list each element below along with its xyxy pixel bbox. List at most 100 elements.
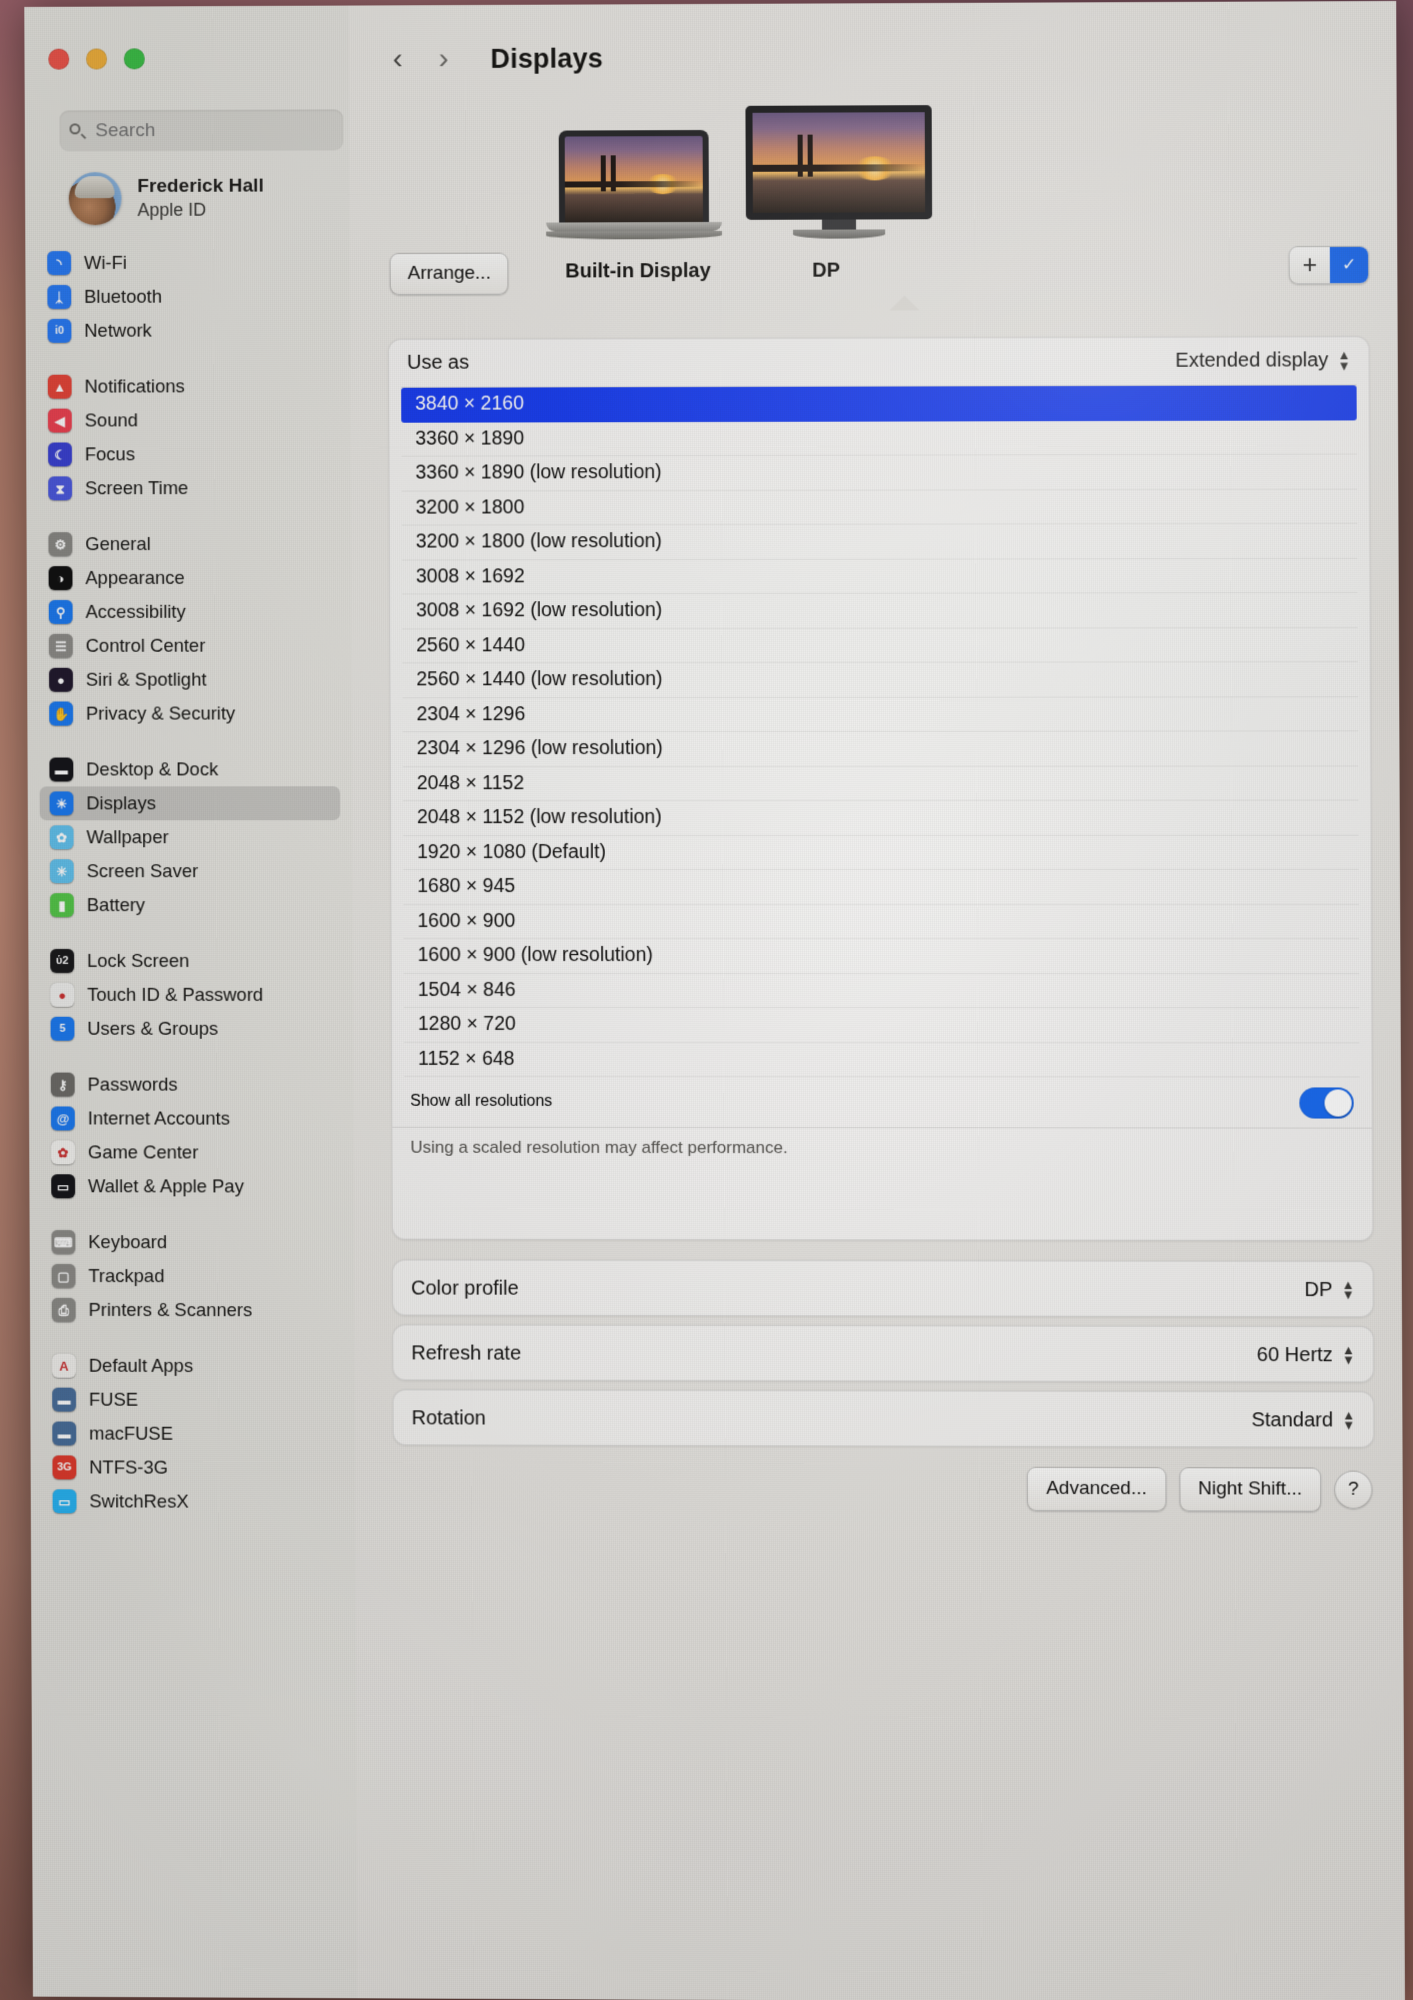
resolution-option[interactable]: 3008 × 1692 bbox=[402, 558, 1358, 594]
sidebar-item-wallet-apple-pay[interactable]: ▭ Wallet & Apple Pay bbox=[41, 1169, 342, 1203]
forward-chevron-icon[interactable]: › bbox=[423, 38, 465, 80]
sidebar-item-appearance[interactable]: ◑ Appearance bbox=[39, 561, 340, 595]
help-button[interactable]: ? bbox=[1334, 1471, 1372, 1509]
search-icon bbox=[69, 122, 86, 139]
sidebar-item-macfuse[interactable]: ▬ macFUSE bbox=[42, 1416, 343, 1451]
search-field[interactable] bbox=[59, 109, 343, 151]
rotation-card: Rotation Standard ▲ ▼ bbox=[393, 1389, 1375, 1447]
passwords-key-icon: ⚷ bbox=[51, 1073, 75, 1097]
use-as-row[interactable]: Use as Extended display ▲ ▼ bbox=[389, 337, 1369, 387]
sidebar-item-switchresx[interactable]: ▭ SwitchResX bbox=[43, 1484, 344, 1519]
refresh-rate-row[interactable]: Refresh rate 60 Hertz ▲ ▼ bbox=[393, 1325, 1373, 1383]
account-subtitle: Apple ID bbox=[137, 200, 264, 221]
main-pane: ‹ › Displays Arrange... Built-in Display… bbox=[349, 1, 1405, 2000]
resolution-option[interactable]: 1600 × 900 (low resolution) bbox=[404, 939, 1360, 974]
resolution-option[interactable]: 2560 × 1440 (low resolution) bbox=[402, 662, 1358, 698]
resolution-option[interactable]: 1680 × 945 bbox=[403, 870, 1359, 905]
resolution-option[interactable]: 1504 × 846 bbox=[404, 973, 1360, 1008]
color-profile-popup[interactable]: DP ▲ ▼ bbox=[1305, 1278, 1355, 1301]
sidebar-item-internet-accounts[interactable]: @ Internet Accounts bbox=[41, 1101, 342, 1135]
advanced-button[interactable]: Advanced... bbox=[1027, 1467, 1166, 1511]
resolution-list[interactable]: 3840 × 2160 3360 × 1890 3360 × 1890 (low r… bbox=[401, 384, 1359, 1077]
sidebar-item-keyboard[interactable]: ⌨ Keyboard bbox=[41, 1225, 342, 1259]
minimize-button[interactable] bbox=[86, 49, 107, 70]
desktop-dock-icon: ▬ bbox=[49, 758, 73, 782]
resolution-option[interactable]: 3360 × 1890 (low resolution) bbox=[401, 455, 1357, 492]
sidebar-item-control-center[interactable]: ☰ Control Center bbox=[39, 629, 340, 663]
sidebar-item-trackpad[interactable]: ▢ Trackpad bbox=[42, 1259, 343, 1293]
resolution-option[interactable]: 3840 × 2160 bbox=[401, 385, 1357, 422]
sidebar-item-bluetooth[interactable]: ᛣ Bluetooth bbox=[37, 279, 338, 314]
resolution-option[interactable]: 2048 × 1152 bbox=[403, 766, 1359, 801]
show-all-resolutions-toggle[interactable] bbox=[1299, 1087, 1353, 1118]
plus-icon[interactable]: + bbox=[1290, 253, 1330, 278]
sidebar-item-battery[interactable]: ▮ Battery bbox=[40, 888, 341, 922]
resolution-option[interactable]: 2304 × 1296 (low resolution) bbox=[403, 731, 1359, 766]
window-controls bbox=[48, 48, 145, 69]
sidebar-item-default-apps[interactable]: A Default Apps bbox=[42, 1349, 343, 1384]
sidebar-item-accessibility[interactable]: ⚲ Accessibility bbox=[39, 595, 340, 629]
apple-id-row[interactable]: Frederick Hall Apple ID bbox=[69, 172, 264, 226]
macfuse-icon: ▬ bbox=[52, 1422, 76, 1446]
sidebar-item-privacy-security[interactable]: ✋ Privacy & Security bbox=[39, 696, 340, 730]
sidebar-item-label: Siri & Spotlight bbox=[86, 669, 207, 691]
use-as-popup[interactable]: Extended display ▲ ▼ bbox=[1175, 349, 1350, 373]
resolution-option[interactable]: 3200 × 1800 bbox=[402, 489, 1358, 525]
use-as-label: Use as bbox=[407, 352, 469, 375]
sidebar-item-wallpaper[interactable]: ✿ Wallpaper bbox=[40, 820, 341, 854]
sidebar-item-notifications[interactable]: ▲ Notifications bbox=[38, 369, 339, 404]
zoom-button[interactable] bbox=[124, 48, 145, 69]
sidebar: Frederick Hall Apple ID ◝ Wi-Fi ᛣ Bluetooth… bbox=[24, 6, 357, 1999]
sidebar-item-focus[interactable]: ☾ Focus bbox=[38, 437, 339, 472]
sidebar-item-users-groups[interactable]: ὆5 Users & Groups bbox=[41, 1012, 342, 1046]
sidebar-item-fuse[interactable]: ▬ FUSE bbox=[42, 1383, 343, 1418]
rotation-popup[interactable]: Standard ▲ ▼ bbox=[1251, 1409, 1355, 1432]
resolution-option[interactable]: 3008 × 1692 (low resolution) bbox=[402, 593, 1358, 629]
show-all-resolutions-row[interactable]: Show all resolutions bbox=[392, 1077, 1372, 1128]
sidebar-item-screen-time[interactable]: ⧗ Screen Time bbox=[38, 471, 339, 506]
resolution-option[interactable]: 2304 × 1296 bbox=[402, 697, 1358, 733]
sidebar-item-printers-scanners[interactable]: ⎙ Printers & Scanners bbox=[42, 1293, 343, 1327]
sidebar-item-game-center[interactable]: ✿ Game Center bbox=[41, 1135, 342, 1169]
resolution-option[interactable]: 1152 × 648 bbox=[404, 1042, 1360, 1077]
sidebar-item-ntfs-3g[interactable]: 3G NTFS-3G bbox=[42, 1450, 343, 1485]
resolution-option[interactable]: 1920 × 1080 (Default) bbox=[403, 835, 1359, 870]
sidebar-item-displays[interactable]: ☀ Displays bbox=[40, 786, 341, 820]
resolution-option[interactable]: 1600 × 900 bbox=[403, 904, 1359, 939]
refresh-rate-popup[interactable]: 60 Hertz ▲ ▼ bbox=[1257, 1344, 1355, 1367]
sidebar-item-sound[interactable]: ◀ Sound bbox=[38, 403, 339, 438]
resolution-option[interactable]: 3360 × 1890 bbox=[401, 420, 1357, 457]
arrange-button[interactable]: Arrange... bbox=[390, 253, 509, 295]
bluetooth-icon: ᛣ bbox=[47, 285, 71, 309]
search-input[interactable] bbox=[95, 119, 333, 142]
sidebar-item-wi-fi[interactable]: ◝ Wi-Fi bbox=[37, 245, 338, 280]
sidebar-item-siri-spotlight[interactable]: ● Siri & Spotlight bbox=[39, 662, 340, 696]
sidebar-item-label: Screen Time bbox=[85, 477, 188, 499]
sidebar-item-label: Focus bbox=[85, 443, 135, 465]
general-gear-icon: ⚙ bbox=[48, 532, 72, 556]
sidebar-item-desktop-dock[interactable]: ▬ Desktop & Dock bbox=[39, 752, 340, 786]
resolution-option[interactable]: 2560 × 1440 bbox=[402, 628, 1358, 664]
resolution-option[interactable]: 2048 × 1152 (low resolution) bbox=[403, 801, 1359, 836]
privacy-icon: ✋ bbox=[49, 702, 73, 726]
night-shift-button[interactable]: Night Shift... bbox=[1179, 1467, 1321, 1511]
sidebar-item-general[interactable]: ⚙ General bbox=[38, 527, 339, 561]
back-chevron-icon[interactable]: ‹ bbox=[377, 38, 419, 80]
color-profile-row[interactable]: Color profile DP ▲ ▼ bbox=[393, 1261, 1373, 1319]
resolution-option[interactable]: 3200 × 1800 (low resolution) bbox=[402, 524, 1358, 560]
display-thumb-builtin[interactable] bbox=[559, 130, 722, 240]
checkmark-icon[interactable]: ✓ bbox=[1330, 247, 1368, 283]
sidebar-item-network[interactable]: ἱ0 Network bbox=[38, 313, 339, 348]
display-thumb-dp[interactable] bbox=[745, 105, 932, 239]
close-button[interactable] bbox=[48, 49, 69, 70]
sidebar-group: ⚙ General ◑ Appearance ⚲ Accessibility ☰ Contro… bbox=[27, 527, 352, 731]
sidebar-item-label: Privacy & Security bbox=[86, 703, 235, 725]
rotation-row[interactable]: Rotation Standard ▲ ▼ bbox=[394, 1390, 1374, 1448]
sidebar-item-label: Keyboard bbox=[88, 1231, 167, 1253]
sidebar-item-touch-id-password[interactable]: ● Touch ID & Password bbox=[40, 978, 341, 1012]
resolution-option[interactable]: 1280 × 720 bbox=[404, 1008, 1360, 1043]
add-display-button[interactable]: + ✓ bbox=[1289, 246, 1370, 284]
sidebar-item-lock-screen[interactable]: ὑ2 Lock Screen bbox=[40, 944, 341, 978]
sidebar-item-screen-saver[interactable]: ✳ Screen Saver bbox=[40, 854, 341, 888]
sidebar-item-passwords[interactable]: ⚷ Passwords bbox=[41, 1068, 342, 1102]
